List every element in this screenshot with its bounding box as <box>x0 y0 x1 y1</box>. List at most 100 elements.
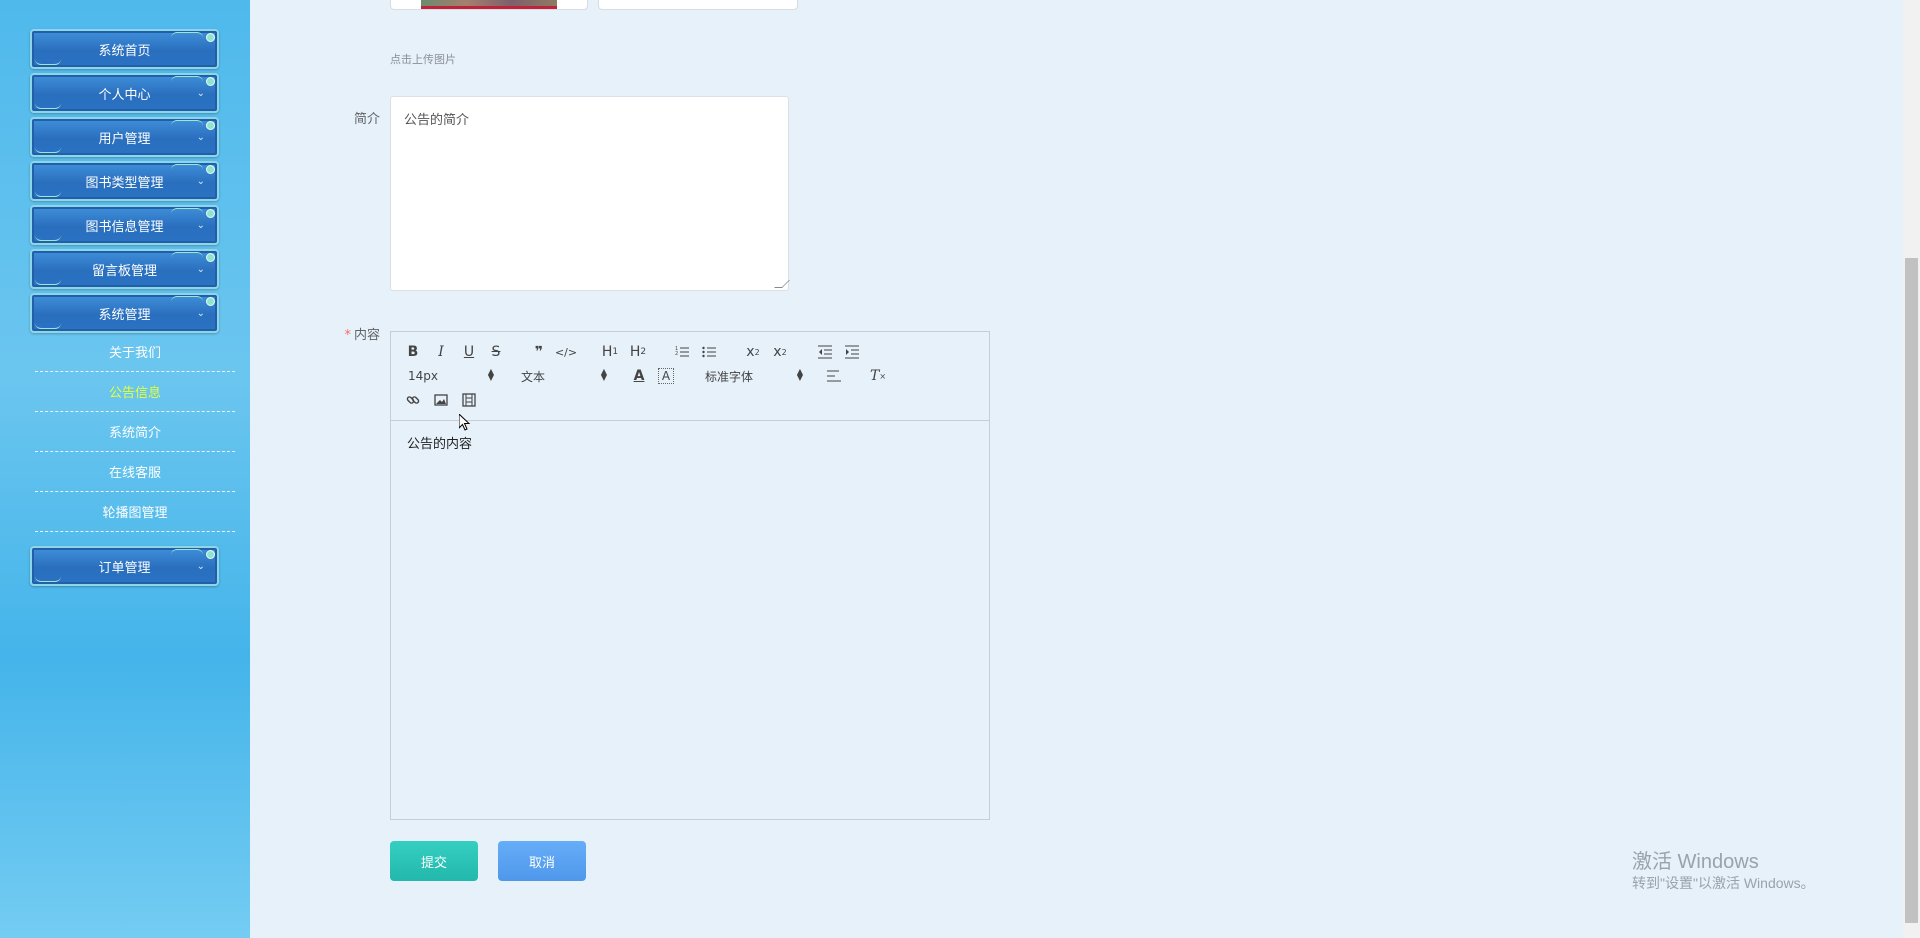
font-size-value: 14px <box>408 369 438 383</box>
link-icon[interactable] <box>402 390 424 410</box>
ornament <box>35 279 61 285</box>
superscript-icon[interactable]: x2 <box>769 342 791 362</box>
uploaded-image-thumbnail[interactable] <box>390 0 588 10</box>
menu-label: 个人中心 <box>98 87 151 103</box>
strikethrough-icon[interactable]: S <box>485 342 507 362</box>
align-icon[interactable] <box>823 366 845 386</box>
menu-label: 图书信息管理 <box>85 219 164 235</box>
chevron-down-icon: ⌄ <box>196 264 205 275</box>
menu-label: 系统首页 <box>98 43 151 59</box>
ordered-list-icon[interactable]: 12 <box>671 342 693 362</box>
vertical-scrollbar[interactable] <box>1903 0 1920 938</box>
heading-select[interactable]: 文本 ▲ ▼ <box>521 366 607 386</box>
content-label-text: 内容 <box>353 328 380 343</box>
outdent-icon[interactable] <box>814 342 836 362</box>
editor-paragraph: 公告的内容 <box>407 437 473 452</box>
clear-format-icon[interactable]: T × <box>867 366 889 386</box>
ornament <box>171 76 203 82</box>
chevron-down-icon: ⌄ <box>196 176 205 187</box>
submenu-announcement[interactable]: 公告信息 <box>35 372 235 412</box>
menu-book-info-management[interactable]: ⌄ 图书信息管理 <box>30 205 219 245</box>
editor-toolbar: B I U S ❞ </> H1 H2 12 x2 x2 14px ▲ ▼ 文本 … <box>391 332 989 421</box>
ornament-dot <box>206 209 215 218</box>
underline-icon[interactable]: U <box>458 342 480 362</box>
h2-icon[interactable]: H2 <box>627 342 649 362</box>
upload-hint: 点击上传图片 <box>390 53 456 66</box>
sidebar: 系统首页 ⌄ 个人中心 ⌄ 用户管理 ⌄ 图书类型管理 ⌄ 图书信息管理 ⌄ 留… <box>0 0 250 938</box>
menu-label: 用户管理 <box>98 131 151 147</box>
ornament-dot <box>206 297 215 306</box>
required-mark: * <box>344 328 351 343</box>
intro-label: 简介 <box>353 112 380 127</box>
submit-button[interactable]: 提交 <box>390 841 478 881</box>
select-arrows-icon: ▲ ▼ <box>796 367 803 382</box>
menu-message-board[interactable]: ⌄ 留言板管理 <box>30 249 219 289</box>
menu-home[interactable]: 系统首页 <box>30 29 219 69</box>
svg-text:2: 2 <box>675 351 678 357</box>
menu-label: 图书类型管理 <box>85 175 164 191</box>
editor-content[interactable]: 公告的内容 <box>391 421 989 464</box>
code-icon[interactable]: </> <box>555 342 577 362</box>
ornament <box>171 208 203 214</box>
windows-activation-hint: 转到"设置"以激活 Windows。 <box>1632 875 1815 891</box>
chevron-down-icon: ⌄ <box>196 88 205 99</box>
resize-handle[interactable] <box>774 280 790 288</box>
menu-label: 系统管理 <box>98 307 151 323</box>
ornament <box>171 32 203 38</box>
blockquote-icon[interactable]: ❞ <box>528 342 550 362</box>
ornament-dot <box>206 121 215 130</box>
h1-icon[interactable]: H1 <box>599 342 621 362</box>
ornament <box>35 576 61 582</box>
italic-icon[interactable]: I <box>430 342 452 362</box>
intro-value: 公告的简介 <box>404 113 470 128</box>
chevron-down-icon: ⌄ <box>196 220 205 231</box>
ornament <box>35 59 61 65</box>
ornament <box>35 235 61 241</box>
menu-order-management[interactable]: ⌄ 订单管理 <box>30 546 219 586</box>
bullet-list-icon[interactable] <box>698 342 720 362</box>
submenu-online-service[interactable]: 在线客服 <box>35 452 235 492</box>
chevron-down-icon: ⌄ <box>196 561 205 572</box>
cancel-button[interactable]: 取消 <box>498 841 586 881</box>
chevron-down-icon: ⌄ <box>196 308 205 319</box>
ornament-dot <box>206 165 215 174</box>
font-family-value: 标准字体 <box>705 369 754 384</box>
submenu-carousel-management[interactable]: 轮播图管理 <box>35 492 235 532</box>
scrollbar-thumb[interactable] <box>1905 258 1918 923</box>
font-size-select[interactable]: 14px ▲ ▼ <box>408 366 494 386</box>
select-arrows-icon: ▲ ▼ <box>600 367 607 382</box>
menu-book-type-management[interactable]: ⌄ 图书类型管理 <box>30 161 219 201</box>
bold-icon[interactable]: B <box>402 342 424 362</box>
submenu-about-us[interactable]: 关于我们 <box>35 332 235 372</box>
indent-icon[interactable] <box>841 342 863 362</box>
menu-label: 订单管理 <box>98 560 151 576</box>
subscript-icon[interactable]: x2 <box>742 342 764 362</box>
menu-personal-center[interactable]: ⌄ 个人中心 <box>30 73 219 113</box>
submenu-system-intro[interactable]: 系统简介 <box>35 412 235 452</box>
ornament <box>35 103 61 109</box>
select-arrows-icon: ▲ ▼ <box>487 367 494 382</box>
image-icon[interactable] <box>430 390 452 410</box>
ornament <box>171 296 203 302</box>
ornament <box>171 120 203 126</box>
ornament <box>35 323 61 329</box>
heading-value: 文本 <box>521 369 546 384</box>
content-label: * 内容 <box>330 324 380 343</box>
background-color-icon[interactable]: A <box>658 368 674 384</box>
font-color-icon[interactable]: A <box>628 366 650 386</box>
menu-user-management[interactable]: ⌄ 用户管理 <box>30 117 219 157</box>
windows-activation-title: 激活 Windows <box>1632 851 1759 873</box>
intro-textarea[interactable]: 公告的简介 <box>390 96 790 291</box>
chevron-down-icon: ⌄ <box>196 132 205 143</box>
upload-box[interactable] <box>598 0 798 10</box>
ornament <box>171 164 203 170</box>
font-family-select[interactable]: 标准字体 ▲ ▼ <box>705 366 803 386</box>
uploaded-image <box>421 0 557 9</box>
menu-system-management[interactable]: ⌄ 系统管理 <box>30 293 219 333</box>
mouse-cursor-icon <box>459 414 471 431</box>
ornament <box>35 191 61 197</box>
menu-label: 留言板管理 <box>91 263 157 279</box>
ornament-dot <box>206 33 215 42</box>
video-icon[interactable] <box>458 390 480 410</box>
rich-text-editor: B I U S ❞ </> H1 H2 12 x2 x2 14px ▲ ▼ 文本 … <box>390 331 990 820</box>
